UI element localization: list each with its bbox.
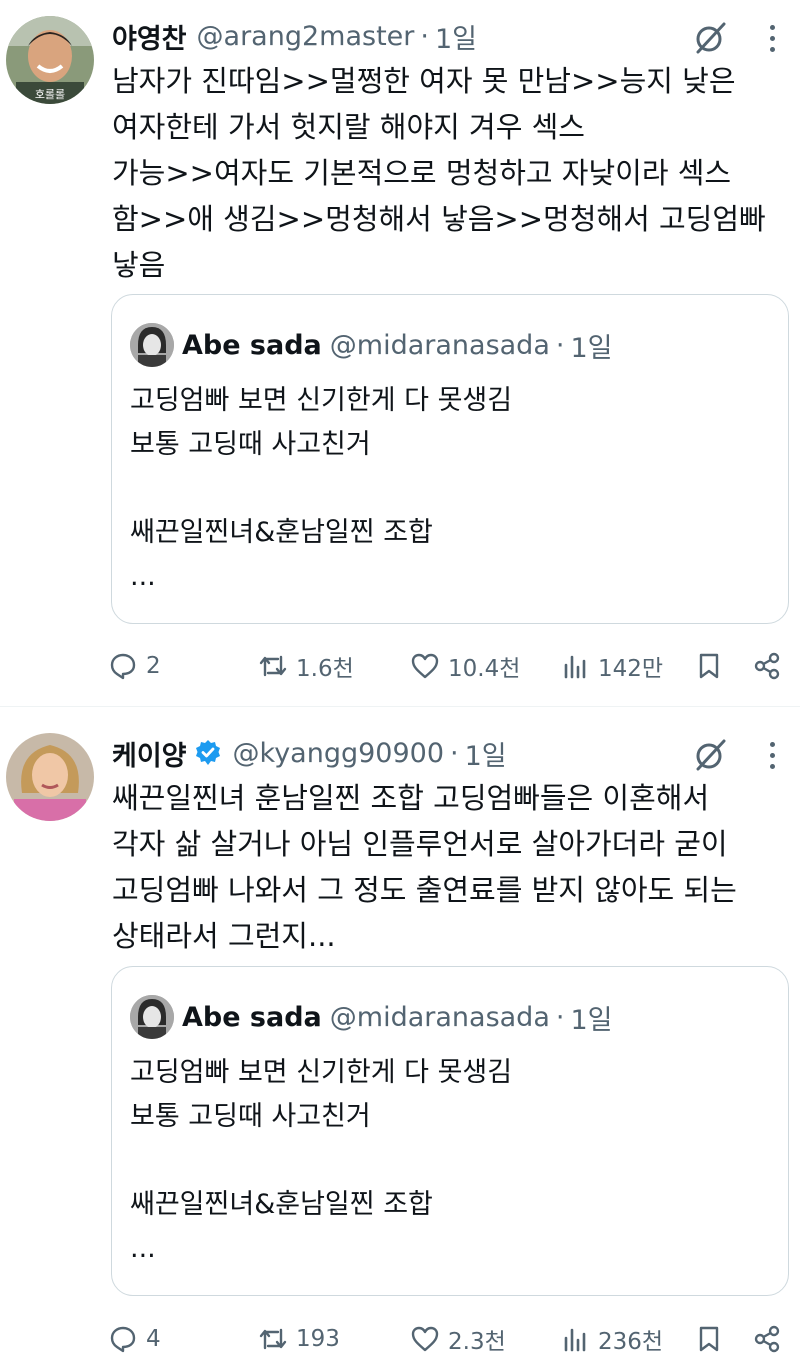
grok-icon[interactable] — [692, 20, 728, 56]
views-button[interactable]: 236천 — [560, 1317, 663, 1361]
quote-avatar[interactable] — [130, 323, 174, 367]
quoted-tweet[interactable]: Abe sada @midaranasada · 1일 고딩엄빠 보면 신기한게… — [111, 966, 789, 1296]
reply-icon — [110, 653, 136, 680]
avatar-caption: 호롤롤 — [35, 88, 65, 101]
author-name[interactable]: 야영찬 — [112, 17, 187, 56]
tweet[interactable]: 케이양 @kyangg90900 · 1일 쌔끈일찐녀 훈남일찐 조합 고딩엄빠… — [0, 707, 800, 1372]
separator-dot: · — [450, 737, 459, 769]
quote-author-name[interactable]: Abe sada — [182, 1002, 322, 1033]
views-icon — [564, 655, 586, 679]
reply-button[interactable]: 2 — [108, 644, 161, 688]
quote-author-name[interactable]: Abe sada — [182, 330, 322, 361]
quote-header: Abe sada @midaranasada · 1일 — [182, 323, 613, 367]
separator-dot: · — [555, 329, 565, 361]
reply-count: 2 — [146, 653, 161, 679]
retweet-icon — [259, 1328, 287, 1350]
tweet-header: 케이양 @kyangg90900 · 1일 — [112, 733, 507, 773]
heart-icon — [411, 1326, 439, 1352]
quote-author-handle[interactable]: @midaranasada — [330, 330, 550, 361]
retweet-icon — [259, 655, 287, 677]
views-button[interactable]: 142만 — [560, 644, 663, 688]
timestamp[interactable]: 1일 — [435, 17, 477, 56]
tweet-header: 야영찬 @arang2master · 1일 — [112, 16, 477, 56]
author-name[interactable]: 케이양 — [112, 734, 187, 773]
quote-header: Abe sada @midaranasada · 1일 — [182, 995, 613, 1039]
bookmark-icon — [699, 653, 719, 679]
author-handle[interactable]: @kyangg90900 — [233, 738, 444, 769]
quote-timestamp[interactable]: 1일 — [570, 998, 612, 1037]
heart-icon — [411, 653, 439, 679]
quote-text: 고딩엄빠 보면 신기한게 다 못생김 보통 고딩때 사고친거 쌔끈일찐녀&훈남일… — [130, 385, 513, 592]
grok-icon[interactable] — [692, 737, 728, 773]
bookmark-button[interactable] — [694, 1317, 724, 1361]
timestamp[interactable]: 1일 — [465, 734, 507, 773]
quote-avatar[interactable] — [130, 995, 174, 1039]
more-icon[interactable] — [764, 737, 780, 773]
reply-icon — [110, 1326, 136, 1353]
like-button[interactable]: 10.4천 — [410, 644, 520, 688]
retweet-button[interactable]: 1.6천 — [258, 644, 354, 688]
reply-count: 4 — [146, 1326, 161, 1352]
retweet-button[interactable]: 193 — [258, 1317, 340, 1361]
author-handle[interactable]: @arang2master — [197, 21, 415, 52]
like-button[interactable]: 2.3천 — [410, 1317, 506, 1361]
tweet-text: 남자가 진따임>>멀쩡한 여자 못 만남>>능지 낮은 여자한테 가서 헛지랄 … — [112, 64, 766, 282]
action-bar: 2 1.6천 10.4천 142만 — [108, 644, 788, 688]
like-count: 2.3천 — [448, 1329, 506, 1355]
share-button[interactable] — [752, 644, 782, 688]
view-count: 236천 — [598, 1329, 664, 1355]
retweet-count: 193 — [296, 1326, 340, 1352]
quote-timestamp[interactable]: 1일 — [570, 326, 612, 365]
views-icon — [564, 1328, 586, 1352]
separator-dot: · — [420, 20, 429, 52]
quote-text: 고딩엄빠 보면 신기한게 다 못생김 보통 고딩때 사고친거 쌔끈일찐녀&훈남일… — [130, 1057, 513, 1264]
view-count: 142만 — [598, 656, 664, 682]
verified-badge-icon — [193, 738, 223, 768]
share-icon — [754, 652, 780, 680]
tweet[interactable]: 호롤롤 야영찬 @arang2master · 1일 남자가 진따임>>멀쩡한 … — [0, 0, 800, 706]
retweet-count: 1.6천 — [296, 656, 354, 682]
like-count: 10.4천 — [448, 656, 521, 682]
quoted-tweet[interactable]: Abe sada @midaranasada · 1일 고딩엄빠 보면 신기한게… — [111, 294, 789, 624]
quote-author-handle[interactable]: @midaranasada — [330, 1002, 550, 1033]
share-icon — [754, 1325, 780, 1353]
reply-button[interactable]: 4 — [108, 1317, 161, 1361]
tweet-text: 쌔끈일찐녀 훈남일찐 조합 고딩엄빠들은 이혼해서 각자 삶 살거나 아님 인플… — [112, 781, 737, 953]
share-button[interactable] — [752, 1317, 782, 1361]
bookmark-button[interactable] — [694, 644, 724, 688]
separator-dot: · — [555, 1001, 565, 1033]
more-icon[interactable] — [764, 20, 780, 56]
action-bar: 4 193 2.3천 236천 — [108, 1317, 788, 1361]
bookmark-icon — [699, 1326, 719, 1352]
avatar[interactable]: 호롤롤 — [6, 16, 94, 104]
avatar[interactable] — [6, 733, 94, 821]
